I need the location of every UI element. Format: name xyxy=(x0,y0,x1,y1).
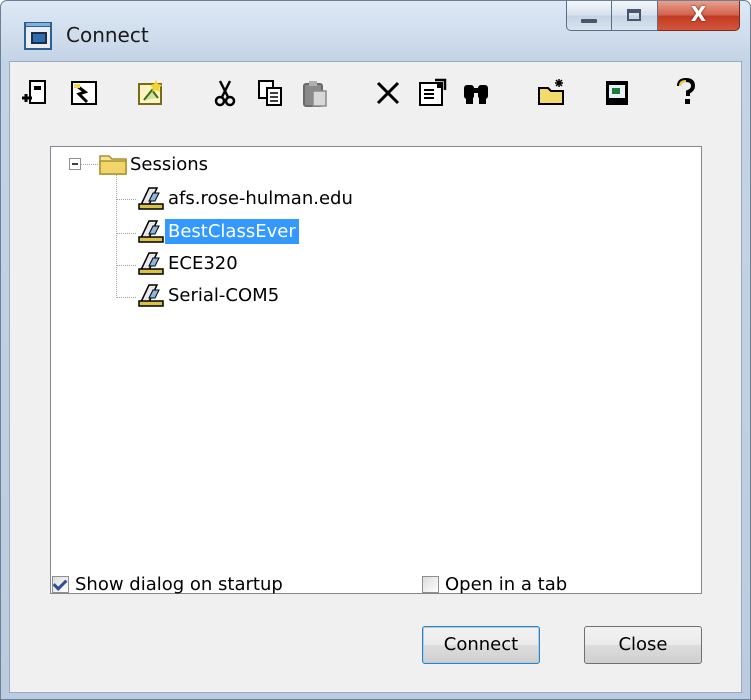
open-in-tab-checkbox[interactable] xyxy=(422,576,439,593)
tree-node-label: Sessions xyxy=(130,153,209,175)
session-label: ECE320 xyxy=(168,252,238,274)
new-folder-icon[interactable] xyxy=(537,78,567,108)
open-in-tab-label: Open in a tab xyxy=(445,574,568,595)
session-tree[interactable]: Sessions afs.rose-hulman.edu BestClassEv… xyxy=(50,146,702,594)
session-item[interactable]: afs.rose-hulman.edu xyxy=(137,184,356,212)
quick-connect-icon[interactable] xyxy=(69,78,99,108)
session-icon xyxy=(138,187,164,210)
session-label: afs.rose-hulman.edu xyxy=(168,187,353,209)
minimize-button[interactable] xyxy=(566,1,612,31)
tree-root-sessions[interactable]: Sessions xyxy=(99,150,211,178)
copy-icon[interactable] xyxy=(255,78,285,108)
folder-icon xyxy=(99,155,127,175)
session-item[interactable]: Serial-COM5 xyxy=(137,281,282,309)
paste-icon[interactable] xyxy=(300,78,330,108)
delete-icon[interactable] xyxy=(373,78,403,108)
session-icon xyxy=(138,252,164,275)
maximize-button[interactable] xyxy=(612,1,658,31)
open-in-tab-option[interactable]: Open in a tab xyxy=(422,574,567,595)
new-session-icon[interactable] xyxy=(136,78,166,108)
collapse-toggle-icon[interactable] xyxy=(69,158,81,170)
session-label: BestClassEver xyxy=(165,218,299,244)
session-item[interactable]: ECE320 xyxy=(137,249,241,277)
close-button[interactable]: Close xyxy=(584,626,702,664)
session-icon xyxy=(138,220,164,243)
close-icon: X xyxy=(690,2,707,26)
show-dialog-label: Show dialog on startup xyxy=(75,574,283,595)
session-item[interactable]: BestClassEver xyxy=(137,217,299,245)
show-dialog-checkbox[interactable] xyxy=(52,576,69,593)
properties-icon[interactable] xyxy=(417,78,447,108)
cut-icon[interactable] xyxy=(210,78,240,108)
close-window-button[interactable]: X xyxy=(658,1,740,31)
connect-icon[interactable] xyxy=(20,78,50,108)
find-icon[interactable] xyxy=(461,78,491,108)
help-icon[interactable] xyxy=(670,78,700,108)
dialog-client-area: Sessions afs.rose-hulman.edu BestClassEv… xyxy=(9,61,742,693)
show-dialog-on-startup-option[interactable]: Show dialog on startup xyxy=(52,574,283,595)
connect-button[interactable]: Connect xyxy=(422,626,540,664)
app-icon xyxy=(24,22,52,50)
connect-dialog: Connect X Sessions afs.rose-hulman.edu B… xyxy=(0,0,751,700)
session-icon xyxy=(138,284,164,307)
desktop-shortcut-icon[interactable] xyxy=(602,78,632,108)
session-label: Serial-COM5 xyxy=(168,284,280,306)
toolbar xyxy=(10,62,741,122)
title-bar[interactable]: Connect X xyxy=(1,1,750,61)
window-title: Connect xyxy=(66,23,149,47)
